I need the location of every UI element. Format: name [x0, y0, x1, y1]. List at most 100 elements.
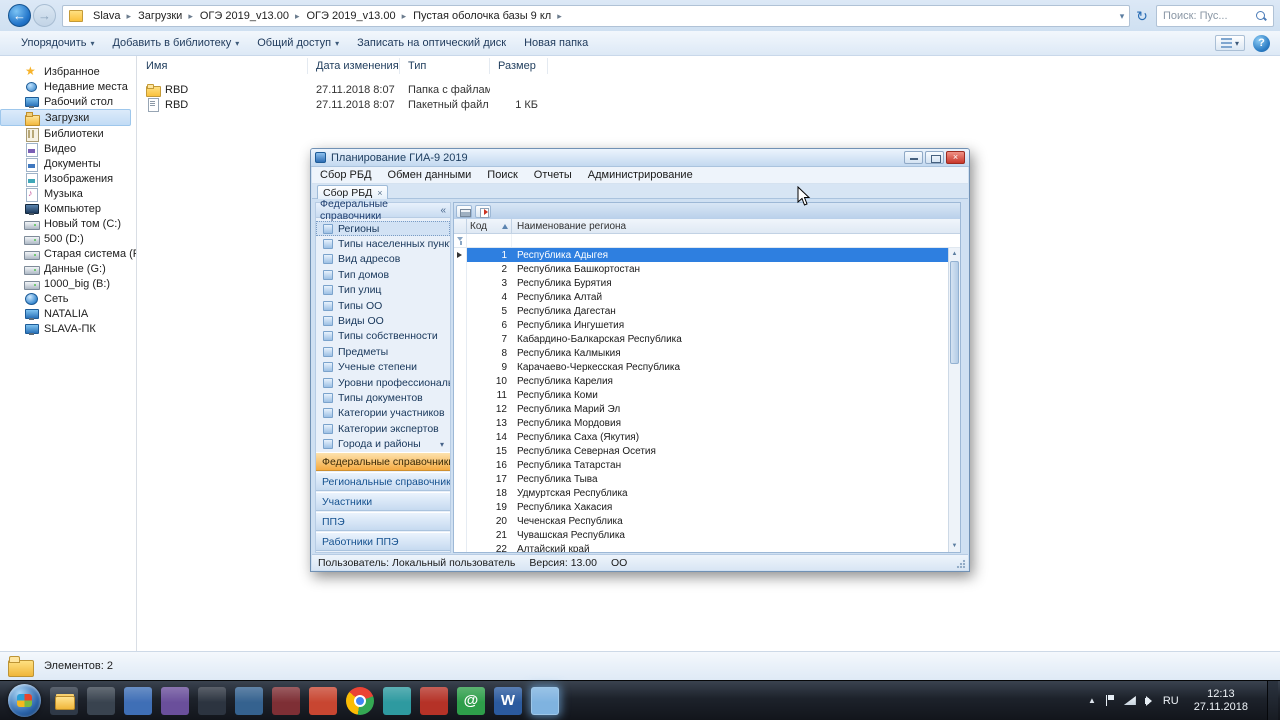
back-button[interactable]: ← — [8, 4, 31, 27]
breadcrumb-segment[interactable]: Загрузки — [133, 6, 195, 26]
language-indicator[interactable]: RU — [1163, 695, 1179, 707]
reference-item[interactable]: Виды ОО ▾ — [316, 313, 450, 328]
file-row[interactable]: RBD 27.11.2018 8:07 Папка с файлами — [138, 82, 1280, 97]
table-row[interactable]: 21 Чувашская Республика — [454, 528, 948, 542]
table-row[interactable]: 19 Республика Хакасия — [454, 500, 948, 514]
nav-pane-item[interactable]: NATALIA — [0, 306, 136, 321]
toolbar-button[interactable]: Новая папка ▾ — [515, 34, 597, 52]
help-button[interactable]: ? — [1253, 34, 1270, 52]
grid-column-code[interactable]: Код — [467, 219, 512, 233]
nav-pane-item[interactable]: Документы — [0, 156, 136, 172]
nav-pane-item[interactable]: Рабочий стол — [0, 94, 136, 109]
nav-pane-item[interactable]: 1000_big (B:) — [0, 276, 136, 291]
breadcrumb-segment[interactable]: Пустая оболочка базы 9 кл — [408, 6, 564, 26]
column-header-date[interactable]: Дата изменения — [308, 58, 400, 74]
show-desktop-button[interactable] — [1267, 680, 1278, 720]
nav-pane-item[interactable]: Библиотеки — [0, 126, 136, 142]
taskbar-icon[interactable] — [124, 686, 152, 715]
reference-item[interactable]: Категории экспертов ▾ — [316, 421, 450, 436]
table-row[interactable]: 12 Республика Марий Эл — [454, 402, 948, 416]
taskbar-icon[interactable]: W — [494, 686, 522, 715]
table-row[interactable]: 20 Чеченская Республика — [454, 514, 948, 528]
table-row[interactable]: 13 Республика Мордовия — [454, 416, 948, 430]
reference-item[interactable]: Типы населенных пунктов ▾ — [316, 236, 450, 251]
table-row[interactable]: 9 Карачаево-Черкесская Республика — [454, 360, 948, 374]
accordion-group[interactable]: Участники — [316, 492, 450, 511]
nav-pane-item[interactable]: Новый том (C:) — [0, 216, 136, 231]
table-row[interactable]: 22 Алтайский край — [454, 542, 948, 552]
scroll-down-icon[interactable]: ▾ — [440, 440, 444, 449]
nav-pane-item[interactable]: Изображения — [0, 171, 136, 187]
taskbar-icon[interactable] — [87, 686, 115, 715]
taskbar-icon[interactable] — [161, 686, 189, 715]
accordion-group[interactable]: ППЭ — [316, 512, 450, 531]
taskbar-icon[interactable] — [309, 686, 337, 715]
app-titlebar[interactable]: Планирование ГИА-9 2019 × — [311, 149, 969, 167]
reference-item[interactable]: Регионы ▾ — [316, 221, 450, 237]
nav-pane-item[interactable]: Компьютер — [0, 201, 136, 216]
tab-sbor-rbd[interactable]: Сбор РБД × — [317, 185, 389, 199]
taskbar-icon[interactable] — [420, 686, 448, 715]
refresh-button[interactable]: ↻ — [1132, 5, 1152, 27]
toolbar-button[interactable]: Добавить в библиотеку ▾ — [103, 34, 248, 52]
minimize-button[interactable] — [904, 151, 923, 164]
breadcrumb-segment[interactable]: Slava — [88, 6, 133, 26]
column-header-type[interactable]: Тип — [400, 58, 490, 74]
nav-pane-item[interactable]: Сеть — [0, 291, 136, 306]
nav-pane-item[interactable]: Недавние места — [0, 79, 136, 94]
nav-pane-item[interactable]: Избранное — [0, 64, 136, 79]
reference-item[interactable]: Типы ОО ▾ — [316, 298, 450, 313]
filter-code-cell[interactable] — [467, 234, 512, 247]
taskbar-icon[interactable]: @ — [457, 686, 485, 715]
menu-item[interactable]: Поиск — [487, 169, 517, 181]
nav-pane-item[interactable]: SLAVA-ПК — [0, 321, 136, 336]
nav-pane-item[interactable]: Музыка — [0, 186, 136, 202]
toolbar-button[interactable]: Общий доступ ▾ — [248, 34, 348, 52]
table-row[interactable]: 4 Республика Алтай — [454, 290, 948, 304]
table-row[interactable]: 6 Республика Ингушетия — [454, 318, 948, 332]
reference-item[interactable]: Категории участников ▾ — [316, 406, 450, 421]
reference-item[interactable]: Вид адресов ▾ — [316, 252, 450, 267]
export-button[interactable] — [475, 204, 491, 218]
nav-pane-item[interactable]: Видео — [0, 141, 136, 157]
scroll-up-icon[interactable]: ▲ — [949, 248, 960, 260]
breadcrumb-segment[interactable]: ОГЭ 2019_v13.00 — [195, 6, 302, 26]
close-button[interactable]: × — [946, 151, 965, 164]
scrollbar-thumb[interactable] — [950, 261, 959, 364]
table-row[interactable]: 5 Республика Дагестан — [454, 304, 948, 318]
menu-item[interactable]: Отчеты — [534, 169, 572, 181]
table-row[interactable]: 11 Республика Коми — [454, 388, 948, 402]
toolbar-button[interactable]: Записать на оптический диск ▾ — [348, 34, 515, 52]
reference-item[interactable]: Типы документов ▾ — [316, 390, 450, 405]
nav-pane-item[interactable]: Данные (G:) — [0, 261, 136, 276]
grid-column-name[interactable]: Наименование региона — [512, 219, 960, 233]
menu-item[interactable]: Обмен данными — [388, 169, 472, 181]
taskbar-icon[interactable] — [50, 686, 78, 715]
taskbar-icon[interactable] — [383, 686, 411, 715]
panel-header[interactable]: Федеральные справочники « — [316, 198, 450, 222]
reference-item[interactable]: Предметы ▾ — [316, 344, 450, 359]
accordion-group[interactable]: Региональные справочники — [316, 472, 450, 491]
taskbar-icon[interactable] — [346, 686, 374, 715]
hidden-icons-button[interactable]: ▲ — [1088, 696, 1096, 705]
table-row[interactable]: 16 Республика Татарстан — [454, 458, 948, 472]
clock[interactable]: 12:13 27.11.2018 — [1188, 688, 1254, 714]
table-row[interactable]: 2 Республика Башкортостан — [454, 262, 948, 276]
toolbar-button[interactable]: Упорядочить ▾ — [12, 34, 103, 52]
reference-item[interactable]: Тип домов ▾ — [316, 267, 450, 282]
resize-grip[interactable] — [956, 559, 966, 569]
network-icon[interactable] — [1123, 696, 1136, 705]
breadcrumb-segment[interactable]: ОГЭ 2019_v13.00 — [302, 6, 409, 26]
action-center-icon[interactable] — [1105, 695, 1115, 706]
column-header-size[interactable]: Размер — [490, 58, 548, 74]
scroll-down-icon[interactable]: ▼ — [949, 540, 960, 552]
reference-item[interactable]: Типы собственности ▾ — [316, 329, 450, 344]
breadcrumb-dropdown[interactable]: ▾ — [1114, 5, 1130, 27]
taskbar-icon[interactable] — [235, 686, 263, 715]
taskbar-icon[interactable] — [272, 686, 300, 715]
nav-pane-item[interactable]: Старая система (F:) — [0, 246, 136, 261]
tab-close-icon[interactable]: × — [377, 188, 382, 198]
table-row[interactable]: 3 Республика Бурятия — [454, 276, 948, 290]
reference-item[interactable]: Ученые степени ▾ — [316, 360, 450, 375]
reference-item[interactable]: Города и районы ▾ — [316, 436, 450, 450]
